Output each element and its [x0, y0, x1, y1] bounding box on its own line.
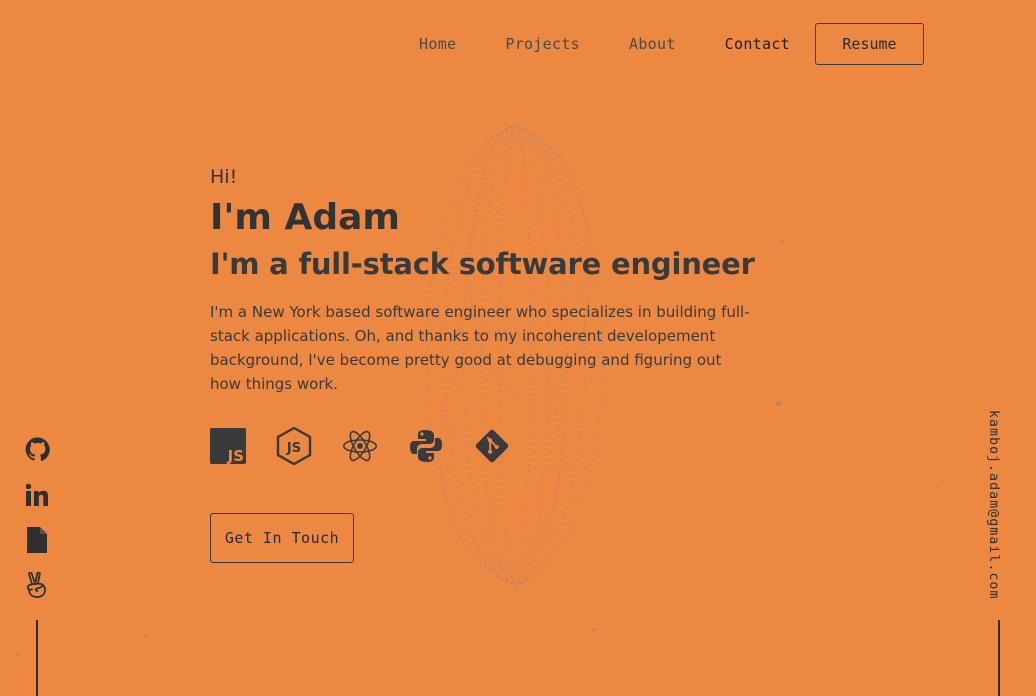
get-in-touch-button[interactable]: Get In Touch: [210, 513, 354, 563]
background-speck: [16, 654, 19, 657]
svg-text:JS: JS: [286, 441, 301, 456]
background-speck: [144, 634, 147, 637]
react-icon: [342, 428, 378, 464]
nodejs-icon: JS: [276, 426, 312, 466]
hero-description: I'm a New York based software engineer w…: [210, 303, 750, 393]
background-speck: [776, 401, 781, 406]
hero-role: I'm a full-stack software engineer: [210, 247, 755, 281]
nav-projects-link[interactable]: Projects: [505, 35, 580, 53]
top-navigation: Home Projects About Contact Resume: [419, 23, 924, 65]
document-icon[interactable]: [24, 526, 50, 553]
background-speck: [780, 240, 783, 243]
nav-about-link[interactable]: About: [629, 35, 676, 53]
svg-text:JS: JS: [227, 447, 244, 464]
nav-home-link[interactable]: Home: [419, 35, 456, 53]
tech-stack-icons: JS JS: [210, 426, 770, 466]
resume-button[interactable]: Resume: [815, 23, 924, 65]
hero-section: Hi! I'm Adam I'm a full-stack software e…: [210, 164, 770, 563]
javascript-icon: JS: [210, 428, 246, 464]
email-link[interactable]: kamboj.adam@gmail.com: [986, 410, 1001, 600]
hero-name: I'm Adam: [210, 197, 400, 238]
background-speck: [592, 628, 595, 631]
linkedin-icon[interactable]: [24, 481, 50, 508]
greeting-text: Hi!: [210, 166, 238, 188]
python-icon: [408, 428, 444, 464]
background-speck: [935, 486, 938, 489]
right-vertical-line: [998, 620, 1000, 696]
git-icon: [474, 428, 510, 464]
nav-contact-link[interactable]: Contact: [725, 35, 790, 53]
github-icon[interactable]: [24, 436, 50, 463]
angellist-icon[interactable]: [24, 571, 50, 598]
left-vertical-line: [36, 620, 38, 696]
social-links: [20, 436, 54, 598]
